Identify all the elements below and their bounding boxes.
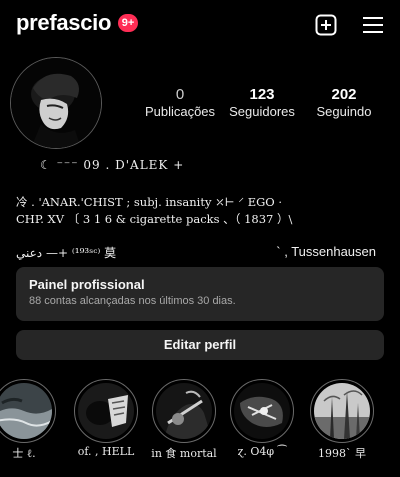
account-username[interactable]: prefascio — [16, 10, 111, 36]
story-highlight-4 — [234, 383, 290, 439]
story-highlight-2[interactable] — [74, 379, 138, 443]
bio-line-4: دعني —+ ⁽¹⁹³ˢᶜ⁾ 莫 ` , Tussenhausen — [16, 244, 386, 261]
following-stat[interactable]: 202 Seguindo — [304, 86, 384, 119]
followers-stat[interactable]: 123 Seguidores — [222, 86, 302, 119]
posts-count: 0 — [175, 86, 185, 103]
story-highlight-3 — [156, 383, 212, 439]
profile-stats: 0 Publicações 123 Seguidores 202 Seguind… — [140, 86, 390, 126]
highlight-label-2: of. , HELL — [77, 445, 135, 458]
bio-line-1: ☾ ⁻⁻⁻ 09 . D'ALEK + — [40, 158, 185, 172]
following-label: Seguindo — [316, 104, 372, 119]
bio-line-4-right: ` , Tussenhausen — [276, 244, 376, 259]
plus-square-icon — [315, 14, 337, 36]
professional-dashboard[interactable]: Painel profissional 88 contas alcançadas… — [16, 267, 384, 321]
highlight-label-1: 士 ℓ. — [12, 447, 36, 460]
dashboard-subtitle: 88 contas alcançadas nos últimos 30 dias… — [29, 295, 236, 307]
edit-profile-button[interactable]: Editar perfil — [16, 330, 384, 360]
top-bar: prefascio 9+ — [0, 0, 400, 52]
profile-avatar[interactable] — [10, 57, 102, 149]
story-highlight-2 — [78, 383, 134, 439]
notification-badge[interactable]: 9+ — [118, 14, 138, 32]
profile-photo — [11, 58, 101, 148]
story-highlight-3[interactable] — [152, 379, 216, 443]
posts-label: Publicações — [144, 104, 216, 119]
highlight-label-3: in 食 mortal — [151, 447, 217, 460]
story-highlight-5[interactable] — [310, 379, 374, 443]
followers-count: 123 — [249, 86, 275, 103]
bio-line-4-left: دعني —+ ⁽¹⁹³ˢᶜ⁾ 莫 — [16, 246, 117, 260]
menu-button[interactable] — [360, 12, 386, 38]
story-highlight-1[interactable] — [0, 379, 56, 443]
followers-label: Seguidores — [229, 104, 295, 119]
highlight-label-5: 1998` 早 — [318, 447, 366, 460]
hamburger-menu-icon — [363, 17, 383, 33]
story-highlight-4[interactable] — [230, 379, 294, 443]
story-highlight-1 — [0, 383, 52, 439]
highlight-label-4: ɀ. O4φ ⁀ — [237, 445, 287, 458]
bio-line-3: CHP. XV 〔 3 1 6 & cigarette packs 、（ 183… — [16, 212, 293, 226]
bio-line-2: 冷 . 'ANAR.'CHIST ; subj. insanity ⤫⊢ ⸍ E… — [16, 195, 283, 209]
following-count: 202 — [331, 86, 357, 103]
create-post-button[interactable] — [313, 12, 339, 38]
story-highlight-5 — [314, 383, 370, 439]
posts-stat[interactable]: 0 Publicações — [140, 86, 220, 119]
dashboard-title: Painel profissional — [29, 277, 145, 292]
